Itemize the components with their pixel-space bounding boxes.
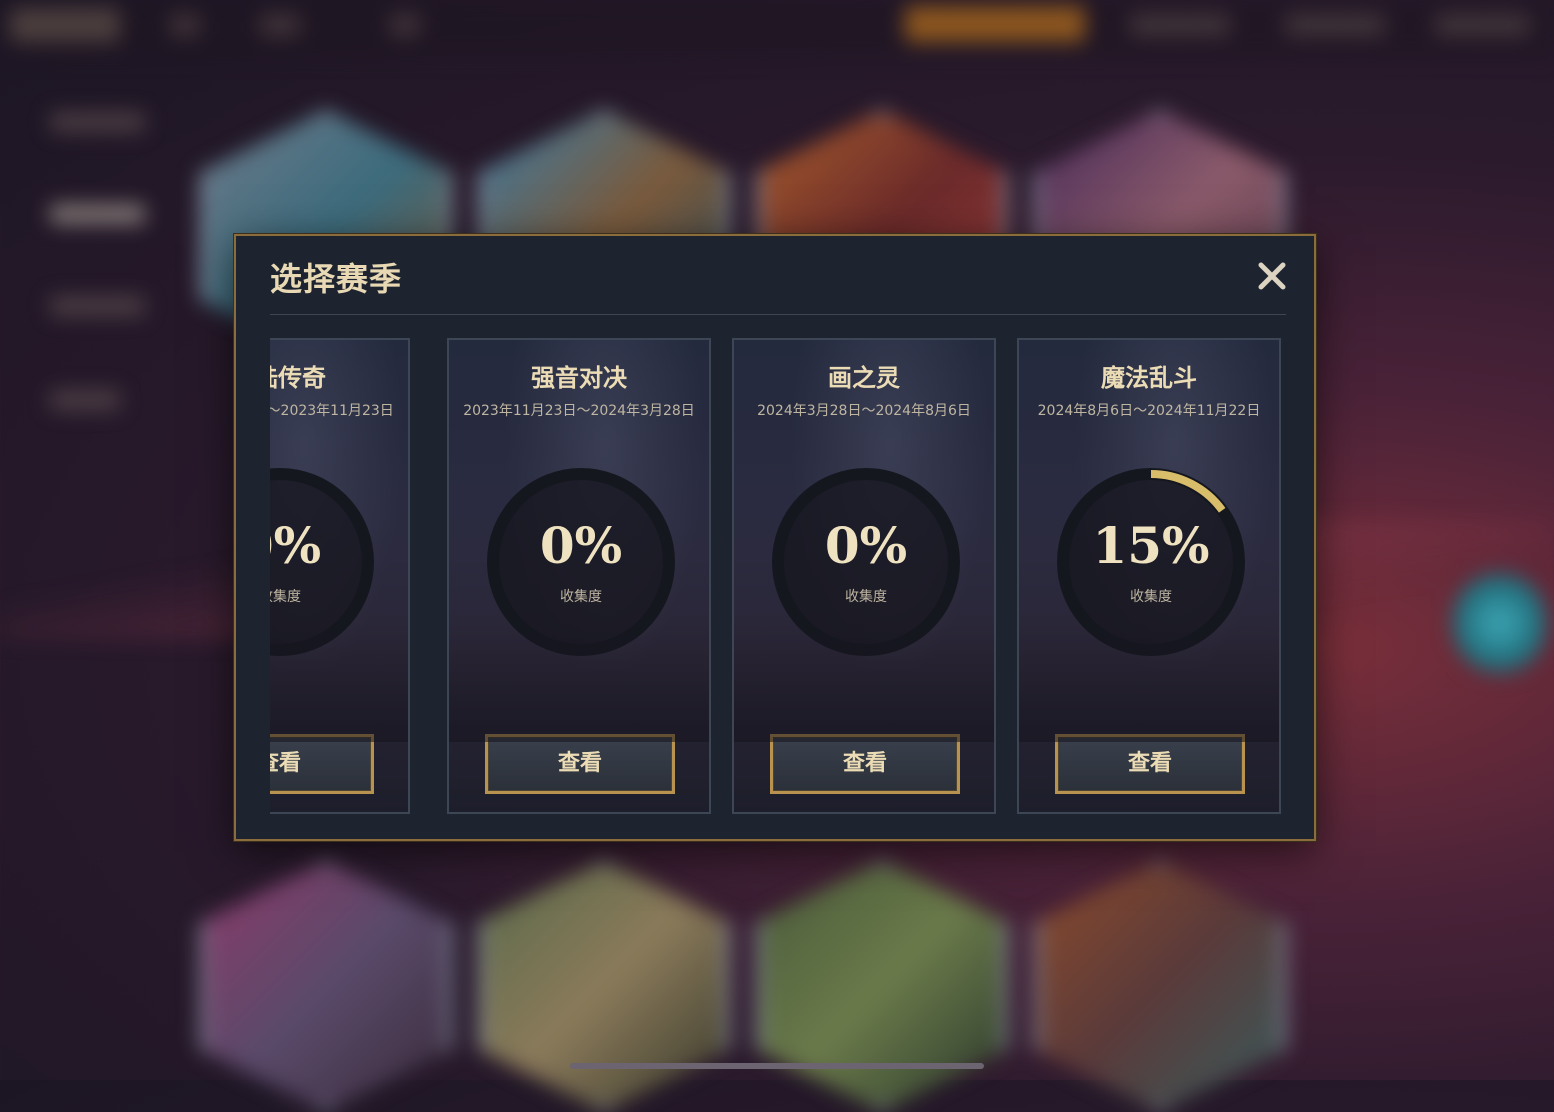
background-hex-card (478, 860, 730, 1112)
collection-label: 收集度 (845, 589, 887, 605)
season-carousel[interactable]: 大陆传奇 2023年7月20日～2023年11月23日 0% 收集度 查看 强音… (270, 338, 1286, 816)
season-name: 强音对决 (531, 364, 627, 392)
collection-label: 收集度 (270, 589, 301, 605)
background-topbar-item (170, 14, 200, 36)
close-button[interactable] (1254, 258, 1290, 294)
view-button[interactable]: 查看 (1055, 734, 1245, 794)
season-card[interactable]: 强音对决 2023年11月23日～2024年3月28日 0% 收集度 查看 (447, 338, 711, 814)
season-card[interactable]: 大陆传奇 2023年7月20日～2023年11月23日 0% 收集度 查看 (270, 338, 410, 814)
background-topbar-item (390, 14, 420, 36)
background-sidebar-item (50, 390, 120, 410)
background-hex-card (756, 860, 1008, 1112)
collection-progress-ring: 0% 收集度 (485, 466, 677, 658)
season-dates: 2024年8月6日～2024年11月22日 (1037, 403, 1261, 419)
background-sidebar-item (50, 204, 145, 224)
season-name: 魔法乱斗 (1101, 364, 1197, 392)
background-hex-card (200, 860, 452, 1112)
view-button[interactable]: 查看 (770, 734, 960, 794)
season-dates: 2024年3月28日～2024年8月6日 (757, 403, 971, 419)
dialog-title: 选择赛季 (270, 260, 403, 298)
season-card[interactable]: 画之灵 2024年3月28日～2024年8月6日 0% 收集度 查看 (732, 338, 996, 814)
select-season-dialog: 选择赛季 大陆传奇 2023年7月20日～2023年11月23日 0% 收集度 … (234, 234, 1316, 841)
collection-percent: 0% (270, 516, 322, 575)
collection-percent: 0% (539, 516, 623, 575)
season-dates: 2023年7月20日～2023年11月23日 (270, 403, 394, 419)
background-topbar-item (260, 14, 300, 36)
background-topbar-item (1130, 14, 1230, 36)
background-topbar-item (1285, 14, 1385, 36)
close-icon (1258, 262, 1286, 290)
background-logo (10, 8, 120, 42)
season-name: 画之灵 (828, 364, 900, 392)
home-indicator (570, 1063, 984, 1069)
background-currency-badge (905, 6, 1085, 42)
collection-progress-ring: 15% 收集度 (1055, 466, 1247, 658)
dialog-divider (270, 314, 1286, 315)
view-button[interactable]: 查看 (270, 734, 374, 794)
background-sidebar-item (50, 112, 145, 132)
collection-progress-ring: 0% 收集度 (770, 466, 962, 658)
background-hex-card (1034, 860, 1286, 1112)
background-emblem (1452, 568, 1547, 678)
background-sidebar-item (50, 296, 145, 316)
collection-progress-ring: 0% 收集度 (270, 466, 376, 658)
season-name: 大陆传奇 (270, 364, 326, 392)
season-dates: 2023年11月23日～2024年3月28日 (463, 403, 695, 419)
view-button[interactable]: 查看 (485, 734, 675, 794)
season-card[interactable]: 魔法乱斗 2024年8月6日～2024年11月22日 15% 收集度 查看 (1017, 338, 1281, 814)
collection-label: 收集度 (560, 589, 602, 605)
collection-label: 收集度 (1130, 589, 1172, 605)
background-topbar-item (1435, 14, 1530, 36)
collection-percent: 15% (1092, 516, 1210, 575)
collection-percent: 0% (824, 516, 908, 575)
